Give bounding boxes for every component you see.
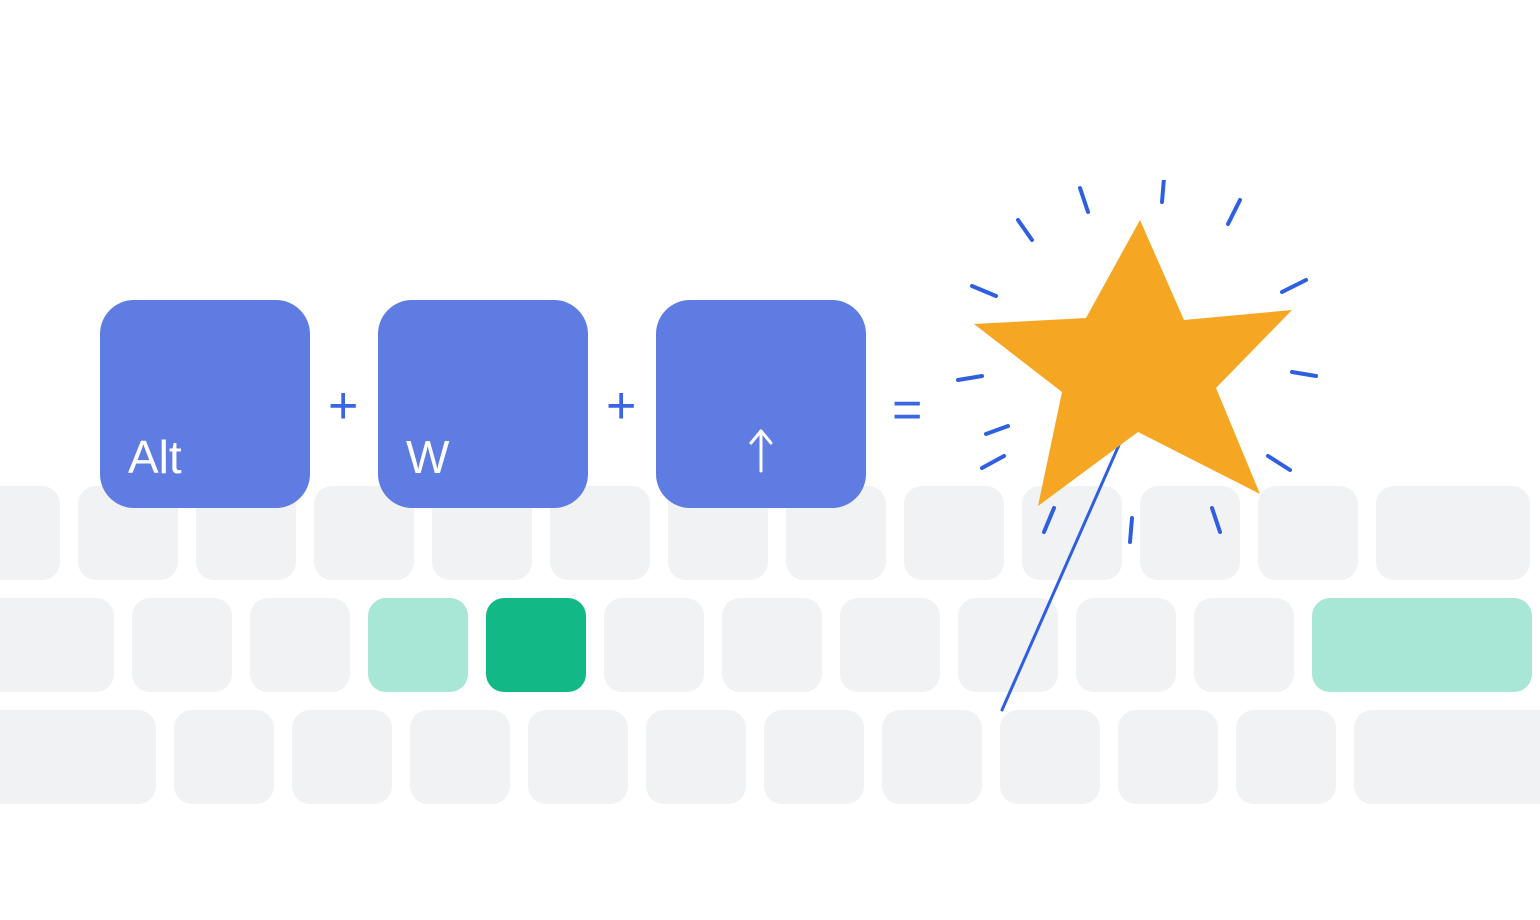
bg-key <box>604 598 704 692</box>
bg-key <box>0 598 114 692</box>
keycap-label: W <box>406 430 449 484</box>
bg-key <box>410 710 510 804</box>
bg-key <box>250 598 350 692</box>
bg-key <box>0 486 60 580</box>
bg-key <box>840 598 940 692</box>
illustration-canvas: Alt + W + = <box>0 0 1540 920</box>
bg-key <box>132 598 232 692</box>
bg-key-highlight-mint <box>368 598 468 692</box>
bg-key <box>764 710 864 804</box>
keycap-label: Alt <box>128 430 182 484</box>
equals-operator: = <box>892 384 916 436</box>
bg-key <box>292 710 392 804</box>
bg-key-highlight-teal <box>486 598 586 692</box>
keycap-up-arrow <box>656 300 866 508</box>
keycap-w: W <box>378 300 588 508</box>
bg-key <box>646 710 746 804</box>
up-arrow-icon <box>746 427 776 484</box>
keycap-alt: Alt <box>100 300 310 508</box>
bg-key <box>722 598 822 692</box>
bg-key <box>0 710 156 804</box>
plus-operator: + <box>328 380 358 432</box>
magic-wand-icon <box>940 180 1400 740</box>
plus-operator: + <box>606 380 636 432</box>
bg-key <box>528 710 628 804</box>
bg-key <box>174 710 274 804</box>
